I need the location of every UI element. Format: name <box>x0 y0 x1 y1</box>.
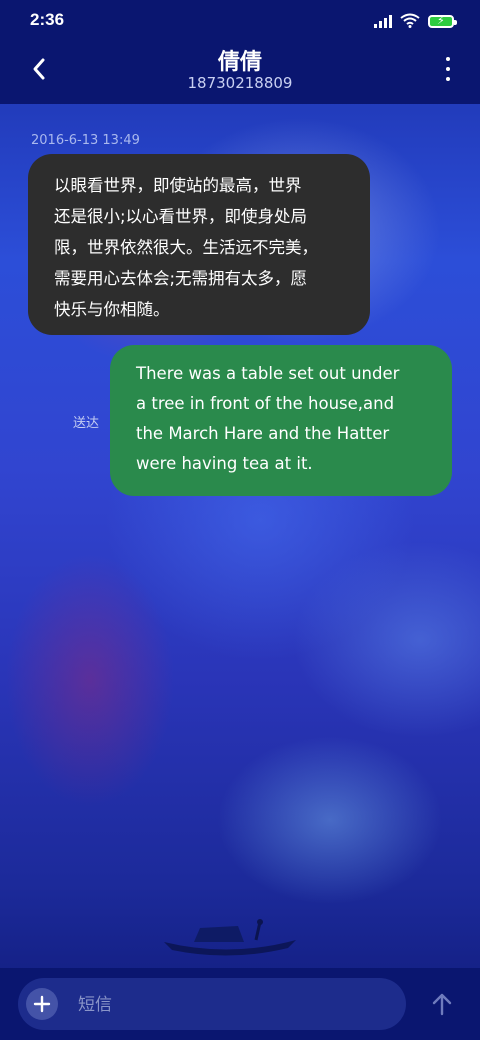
composer-field <box>18 978 406 1030</box>
wifi-icon <box>400 13 420 28</box>
status-time: 2:36 <box>30 10 65 29</box>
signal-icon <box>374 14 392 28</box>
wallpaper-boat-decoration <box>164 919 296 956</box>
message-timestamp: 2016-6-13 13:49 <box>31 133 140 148</box>
plus-icon <box>33 995 51 1013</box>
message-composer <box>0 968 480 1040</box>
status-bar: 2:36 ⚡ <box>0 0 480 40</box>
more-options-button[interactable] <box>438 54 458 84</box>
send-button[interactable] <box>426 988 458 1020</box>
contact-name: 倩倩 <box>217 50 262 75</box>
more-vertical-icon <box>446 57 450 61</box>
conversation-header: 倩倩 18730218809 <box>0 40 480 104</box>
incoming-message-bubble[interactable]: 以眼看世界，即使站的最高，世界 还是很小;以心看世界，即使身处局 限，世界依然很… <box>28 154 370 335</box>
arrow-up-icon <box>432 993 452 1016</box>
messaging-screen: 2:36 ⚡ 倩倩 18730218809 2016-6-13 13:49 以眼… <box>0 0 480 1040</box>
contact-phone-number: 18730218809 <box>187 74 293 92</box>
message-input[interactable] <box>76 990 400 1020</box>
delivery-status: 送达 <box>73 416 100 431</box>
battery-charging-icon: ⚡ <box>428 14 457 28</box>
status-icons: ⚡ <box>374 12 457 28</box>
outgoing-message-bubble[interactable]: There was a table set out under a tree i… <box>110 345 452 496</box>
add-attachment-button[interactable] <box>26 988 58 1020</box>
